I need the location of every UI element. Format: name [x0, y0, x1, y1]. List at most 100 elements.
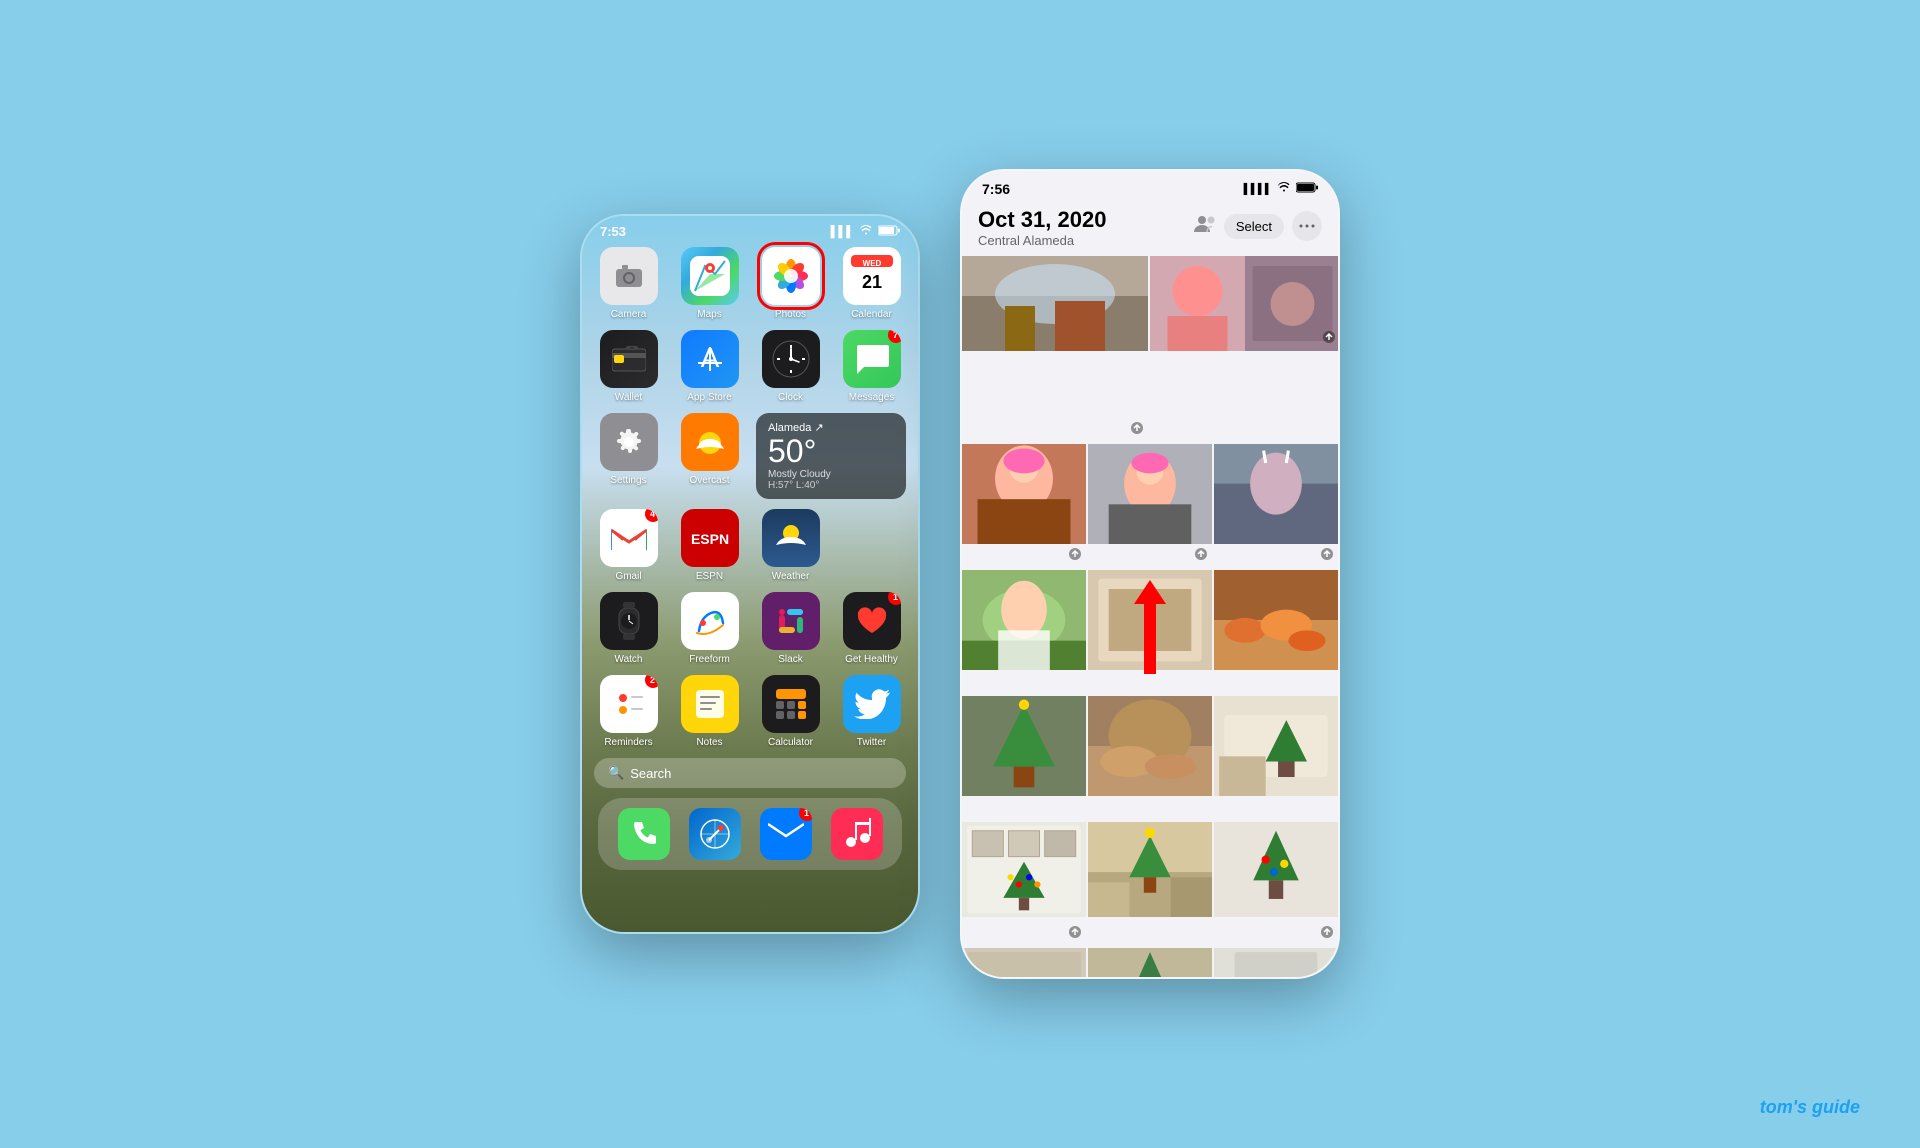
phone-photos: 7:56 ▌▌▌▌ Oct 31, 2020 Central Alameda — [960, 169, 1340, 979]
app-grid-row4: 4 Gmail ESPN ESPN Weather — [594, 509, 906, 582]
photo-cell[interactable] — [1088, 822, 1212, 946]
signal-icon: ▌▌▌ — [831, 226, 854, 238]
app-gmail-label: Gmail — [615, 571, 641, 582]
dock-phone[interactable] — [618, 808, 670, 860]
app-notes-label: Notes — [696, 737, 722, 748]
app-settings[interactable]: Settings — [594, 413, 663, 499]
weather-hilo: H:57° L:40° — [768, 480, 894, 491]
photo-cell[interactable] — [1214, 948, 1338, 979]
share-icon — [1068, 547, 1082, 564]
share-icon — [1194, 547, 1208, 564]
app-photos-label: Photos — [775, 309, 806, 320]
status-time: 7:53 — [600, 224, 626, 239]
photo-row-3 — [962, 570, 1338, 694]
photo-row-6 — [962, 948, 1338, 979]
share-icon — [1320, 547, 1334, 564]
dock: 1 — [598, 798, 902, 870]
app-calculator-label: Calculator — [768, 737, 813, 748]
app-calendar[interactable]: 21WED Calendar — [837, 247, 906, 320]
photo-row-2 — [962, 444, 1338, 568]
photo-cell[interactable] — [1245, 256, 1338, 351]
app-slack[interactable]: Slack — [756, 592, 825, 665]
status-bar-photos: 7:56 ▌▌▌▌ — [962, 171, 1338, 203]
app-espn[interactable]: ESPN ESPN — [675, 509, 744, 582]
app-reminders[interactable]: 2 Reminders — [594, 675, 663, 748]
search-bar[interactable]: 🔍 Search — [594, 758, 906, 788]
photo-cell[interactable] — [962, 948, 1086, 979]
app-freeform[interactable]: Freeform — [675, 592, 744, 665]
photo-cell[interactable] — [962, 444, 1086, 568]
app-gmail[interactable]: 4 Gmail — [594, 509, 663, 582]
battery-icon — [878, 225, 900, 239]
app-notes[interactable]: Notes — [675, 675, 744, 748]
app-maps-label: Maps — [697, 309, 721, 320]
photo-cell[interactable] — [1088, 696, 1212, 820]
photo-cell[interactable] — [1214, 444, 1338, 568]
dock-music[interactable] — [831, 808, 883, 860]
app-photos[interactable]: Photos — [756, 247, 825, 320]
photo-row-4 — [962, 696, 1338, 820]
photos-signal-icon: ▌▌▌▌ — [1244, 184, 1272, 195]
app-weather-label: Weather — [772, 571, 810, 582]
photo-cell[interactable] — [962, 822, 1086, 946]
dock-mail[interactable]: 1 — [760, 808, 812, 860]
dock-safari[interactable] — [689, 808, 741, 860]
photo-row-5 — [962, 822, 1338, 946]
photo-cell[interactable] — [962, 570, 1086, 694]
app-grid-row5: Watch Freeform — [594, 592, 906, 665]
app-camera[interactable]: Camera — [594, 247, 663, 320]
photos-header-actions: Select — [1194, 211, 1322, 241]
photos-title-block: Oct 31, 2020 Central Alameda — [978, 207, 1106, 248]
more-button[interactable] — [1292, 211, 1322, 241]
app-gethealthy-label: Get Healthy — [845, 654, 898, 665]
app-watch[interactable]: Watch — [594, 592, 663, 665]
photo-cell[interactable] — [962, 696, 1086, 820]
photos-date: Oct 31, 2020 — [978, 207, 1106, 233]
photo-cell[interactable] — [1088, 948, 1212, 979]
photos-location: Central Alameda — [978, 233, 1106, 248]
app-calculator[interactable]: Calculator — [756, 675, 825, 748]
photo-cell[interactable] — [1088, 444, 1212, 568]
app-messages[interactable]: 7 Messages — [837, 330, 906, 403]
wifi-icon — [859, 225, 873, 239]
app-appstore-label: App Store — [687, 392, 731, 403]
photo-cell[interactable] — [1214, 696, 1338, 820]
app-slack-label: Slack — [778, 654, 802, 665]
app-appstore[interactable]: A App Store — [675, 330, 744, 403]
app-messages-label: Messages — [849, 392, 895, 403]
weather-condition: Mostly Cloudy — [768, 469, 894, 480]
photo-cell[interactable] — [1214, 822, 1338, 946]
photos-wifi-icon — [1277, 182, 1291, 196]
svg-text:21: 21 — [861, 272, 881, 292]
app-overcast-label: Overcast — [689, 475, 729, 486]
app-watch-label: Watch — [615, 654, 643, 665]
app-overcast[interactable]: Overcast — [675, 413, 744, 499]
app-reminders-label: Reminders — [604, 737, 652, 748]
photo-cell[interactable] — [1150, 256, 1245, 351]
app-wallet[interactable]: Wallet — [594, 330, 663, 403]
share-icon — [1320, 925, 1334, 942]
app-settings-label: Settings — [610, 475, 646, 486]
app-calendar-label: Calendar — [851, 309, 892, 320]
photo-cell[interactable] — [1214, 570, 1338, 694]
photos-battery-icon — [1296, 182, 1318, 196]
weather-temp: 50° — [768, 434, 894, 469]
select-button[interactable]: Select — [1224, 214, 1284, 239]
app-clock[interactable]: Clock — [756, 330, 825, 403]
red-arrow — [1134, 580, 1166, 674]
app-weather[interactable]: Weather — [756, 509, 825, 582]
app-wallet-label: Wallet — [615, 392, 642, 403]
share-icon — [1068, 925, 1082, 942]
app-twitter[interactable]: Twitter — [837, 675, 906, 748]
main-container: 7:53 ▌▌▌ Camera — [0, 0, 1920, 1148]
app-espn-label: ESPN — [696, 571, 723, 582]
people-icon-header[interactable] — [1194, 214, 1216, 239]
photo-cell[interactable] — [962, 256, 1148, 442]
app-twitter-label: Twitter — [857, 737, 886, 748]
phone-homescreen: 7:53 ▌▌▌ Camera — [580, 214, 920, 934]
app-freeform-label: Freeform — [689, 654, 730, 665]
app-gethealthy[interactable]: 1 Get Healthy — [837, 592, 906, 665]
app-maps[interactable]: Maps — [675, 247, 744, 320]
app-placeholder — [837, 509, 906, 582]
share-icon — [1322, 330, 1336, 347]
